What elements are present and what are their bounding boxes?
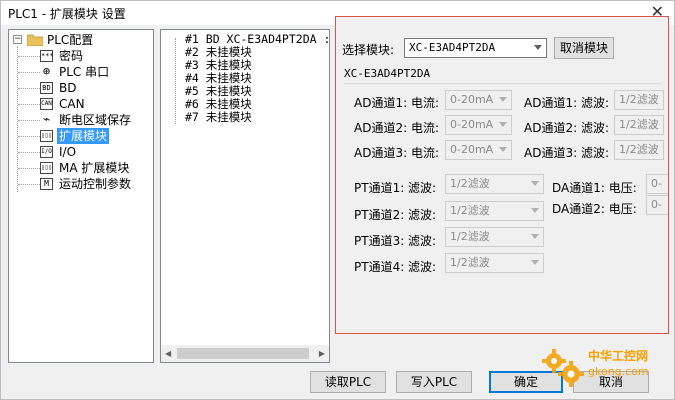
scroll-left-icon[interactable]: ◀	[165, 349, 171, 358]
pt-filter-label: PT通道1: 滤波:	[354, 181, 437, 195]
group-divider	[344, 83, 662, 84]
tree-item-label-selected: 扩展模块	[57, 128, 110, 144]
ad1-current-select[interactable]: 0-20mA	[445, 90, 512, 110]
list-item[interactable]: #1 BD XC-E3AD4PT2DA : 3AD	[185, 32, 329, 46]
module-select[interactable]: XC-E3AD4PT2DA	[404, 38, 547, 58]
collapse-icon[interactable]: −	[13, 35, 22, 44]
chevron-down-icon	[499, 97, 507, 102]
ad-current-label: AD通道2: 电流:	[354, 121, 439, 135]
tree-item-ma-module[interactable]: ▯▯▯ MA 扩展模块	[9, 160, 149, 176]
list-item[interactable]: #5 未挂模块	[185, 84, 252, 98]
pt2-filter-select[interactable]: 1/2滤波	[445, 201, 544, 221]
chevron-down-icon	[499, 122, 507, 127]
da2-voltage-select[interactable]: 0-	[646, 195, 668, 215]
list-guide-line	[175, 38, 176, 124]
tree-item-bd[interactable]: BD BD	[9, 80, 149, 96]
tree-item-password[interactable]: *** 密码	[9, 48, 149, 64]
chevron-down-icon	[531, 208, 539, 213]
list-item[interactable]: #3 未挂模块	[185, 58, 252, 72]
ad3-filter-select[interactable]: 1/2滤波	[614, 140, 664, 160]
can-icon: CAN	[40, 98, 53, 110]
pt-filter-label: PT通道4: 滤波:	[354, 260, 437, 274]
watermark-url: gkong.com	[588, 365, 649, 378]
ad3-current-select[interactable]: 0-20mA	[445, 140, 512, 160]
ad-current-label: AD通道1: 电流:	[354, 96, 439, 110]
serial-port-icon: ⊕	[40, 65, 53, 78]
tree-item-label: MA 扩展模块	[59, 161, 130, 175]
list-item[interactable]: #6 未挂模块	[185, 97, 252, 111]
tree-item-label: 断电区域保存	[59, 113, 132, 127]
chevron-down-icon[interactable]	[534, 45, 542, 50]
pt-filter-label: PT通道3: 滤波:	[354, 234, 437, 248]
horizontal-scrollbar[interactable]: ◀ ▶	[161, 345, 329, 362]
ad2-current-select[interactable]: 0-20mA	[445, 115, 512, 135]
config-tree[interactable]: − PLC配置 *** 密码 ⊕ PLC 串口 BD BD CAN CAN ⌁ …	[8, 29, 154, 363]
chevron-down-icon	[531, 181, 539, 186]
da-voltage-label: DA通道1: 电压:	[552, 181, 637, 195]
io-icon: I/O	[40, 146, 53, 158]
tree-item-io[interactable]: I/O I/O	[9, 144, 149, 160]
tree-item-label: I/O	[59, 145, 77, 159]
cancel-module-button[interactable]: 取消模块	[554, 37, 614, 59]
list-item[interactable]: #7 未挂模块	[185, 110, 252, 124]
pt4-filter-select[interactable]: 1/2滤波	[445, 253, 544, 273]
tree-item-motion-control[interactable]: M 运动控制参数	[9, 176, 149, 192]
expansion-module-icon: ▯▯▯	[40, 130, 53, 142]
module-list[interactable]: #1 BD XC-E3AD4PT2DA : 3AD #2 未挂模块 #3 未挂模…	[160, 29, 330, 363]
settings-dialog: PLC1 - 扩展模块 设置 ✕ − PLC配置 *** 密码 ⊕ PLC 串口…	[0, 0, 675, 400]
tree-item-label: 密码	[59, 49, 84, 63]
read-plc-button[interactable]: 读取PLC	[310, 371, 386, 393]
select-module-label: 选择模块:	[342, 43, 395, 57]
watermark: 中华工控网 gkong.com	[538, 345, 668, 389]
pt1-filter-select[interactable]: 1/2滤波	[445, 174, 544, 194]
folder-icon	[27, 34, 43, 46]
module-config-panel: 选择模块: XC-E3AD4PT2DA 取消模块 XC-E3AD4PT2DA A…	[335, 16, 669, 334]
tree-item-serial-port[interactable]: ⊕ PLC 串口	[9, 64, 149, 80]
tree-item-label: BD	[59, 81, 77, 95]
chevron-down-icon	[499, 147, 507, 152]
password-icon: ***	[40, 50, 54, 62]
chevron-down-icon	[531, 260, 539, 265]
tree-item-can[interactable]: CAN CAN	[9, 96, 149, 112]
tree-root-label: PLC配置	[47, 33, 94, 47]
chevron-down-icon	[531, 234, 539, 239]
ad-filter-label: AD通道1: 滤波:	[524, 96, 609, 110]
tree-item-power-save[interactable]: ⌁ 断电区域保存	[9, 112, 149, 128]
ad2-filter-select[interactable]: 1/2滤波	[614, 115, 664, 135]
power-save-icon: ⌁	[40, 113, 53, 126]
tree-item-label: PLC 串口	[59, 65, 110, 79]
pt-filter-label: PT通道2: 滤波:	[354, 208, 437, 222]
watermark-title: 中华工控网	[588, 349, 649, 363]
tree-item-label: CAN	[59, 97, 85, 111]
motion-control-icon: M	[40, 178, 53, 190]
ma-module-icon: ▯▯▯	[40, 162, 53, 174]
ad1-filter-select[interactable]: 1/2滤波	[614, 90, 664, 110]
da-voltage-label: DA通道2: 电压:	[552, 202, 637, 216]
ad-filter-label: AD通道3: 滤波:	[524, 146, 609, 160]
tree-root[interactable]: − PLC配置	[9, 32, 149, 48]
write-plc-button[interactable]: 写入PLC	[396, 371, 472, 393]
list-item[interactable]: #4 未挂模块	[185, 71, 252, 85]
scroll-right-icon[interactable]: ▶	[319, 349, 325, 358]
window-title: PLC1 - 扩展模块 设置	[8, 7, 126, 21]
scroll-thumb[interactable]	[177, 348, 309, 359]
bd-icon: BD	[40, 82, 53, 94]
da1-voltage-select[interactable]: 0-	[646, 174, 668, 194]
tree-item-label: 运动控制参数	[59, 177, 132, 191]
ad-filter-label: AD通道2: 滤波:	[524, 121, 609, 135]
tree-item-expansion-module[interactable]: ▯▯▯ 扩展模块	[9, 128, 149, 144]
module-select-value: XC-E3AD4PT2DA	[409, 41, 496, 54]
ad-current-label: AD通道3: 电流:	[354, 146, 439, 160]
list-item[interactable]: #2 未挂模块	[185, 45, 252, 59]
group-title: XC-E3AD4PT2DA	[344, 67, 431, 80]
gear-icon	[542, 349, 584, 387]
pt3-filter-select[interactable]: 1/2滤波	[445, 227, 544, 247]
